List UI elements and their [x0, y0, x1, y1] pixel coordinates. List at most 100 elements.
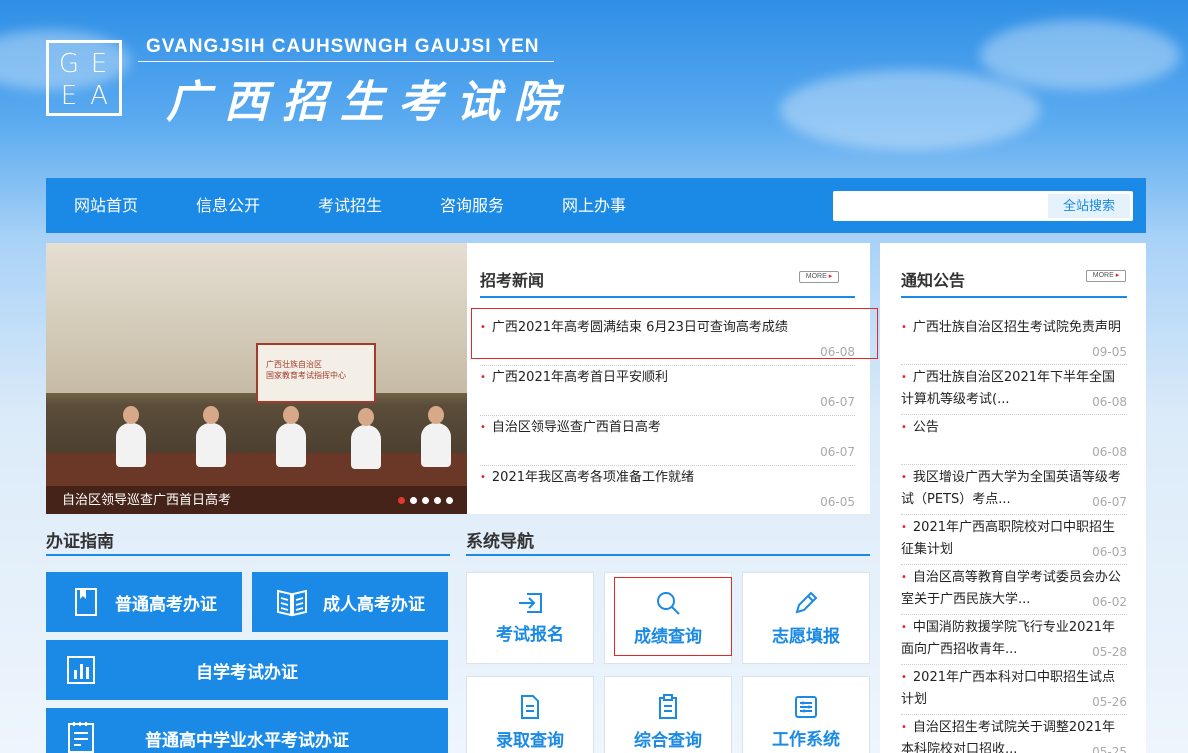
news-item[interactable]: • 自治区领导巡查广西首日高考 06-07	[480, 417, 855, 461]
checklist-icon	[68, 722, 94, 753]
nav-item-info-disclosure[interactable]: 信息公开	[196, 178, 260, 233]
slide-dots	[398, 497, 453, 504]
photo-figure	[196, 423, 226, 467]
system-section-rule	[466, 554, 870, 556]
notice-separator	[901, 464, 1127, 465]
system-card-label: 综合查询	[634, 730, 702, 751]
news-item-title[interactable]: 广西2021年高考首日平安顺利	[492, 370, 668, 385]
system-card-work-system[interactable]: 工作系统	[742, 676, 870, 753]
cloud-decoration	[780, 70, 1040, 150]
nav-item-exam-admission[interactable]: 考试招生	[318, 178, 382, 233]
site-search: 全站搜索	[833, 191, 1133, 221]
guide-button-gaokao[interactable]: 普通高考办证	[46, 572, 242, 632]
slide-dot[interactable]	[446, 497, 453, 504]
nav-item-online-services[interactable]: 网上办事	[562, 178, 626, 233]
notice-item[interactable]: • 我区增设广西大学为全国英语等级考试（PETS）考点... 06-07	[901, 467, 1127, 513]
news-slideshow[interactable]: 广西壮族自治区 国家教育考试指挥中心 自治区领导巡查广西首日高考	[46, 243, 467, 514]
search-button[interactable]: 全站搜索	[1048, 194, 1130, 218]
photo-figure	[123, 406, 139, 424]
cloud-decoration	[980, 20, 1180, 90]
system-card-registration[interactable]: 考试报名	[466, 572, 594, 664]
notice-item[interactable]: • 公告 06-08	[901, 417, 1127, 463]
guide-button-academic-level[interactable]: 普通高中学业水平考试办证	[46, 708, 448, 753]
nav-item-home[interactable]: 网站首页	[74, 178, 138, 233]
notice-item-date: 06-08	[1092, 395, 1127, 409]
system-card-application[interactable]: 志愿填报	[742, 572, 870, 664]
news-item[interactable]: • 2021年我区高考各项准备工作就绪 06-05	[480, 467, 855, 511]
notice-item[interactable]: • 中国消防救援学院飞行专业2021年面向广西招收青年... 05-28	[901, 617, 1127, 663]
site-logo[interactable]: G E E A	[46, 40, 122, 116]
photo-figure	[421, 423, 451, 467]
notice-item[interactable]: • 自治区招生考试院关于调整2021年本科院校对口招收... 05-25	[901, 717, 1127, 753]
notice-item-date: 05-25	[1092, 745, 1127, 753]
settings-list-icon	[795, 695, 817, 718]
photo-figure	[351, 425, 381, 469]
notice-item-title[interactable]: 公告	[913, 420, 939, 435]
notice-item[interactable]: • 自治区高等教育自学考试委员会办公室关于广西民族大学... 06-02	[901, 567, 1127, 613]
guide-button-label: 自学考试办证	[196, 662, 298, 683]
guide-button-label: 普通高考办证	[115, 594, 217, 615]
system-card-label: 志愿填报	[772, 626, 840, 647]
notice-item-title[interactable]: 广西壮族自治区招生考试院免责声明	[913, 320, 1121, 335]
notice-item[interactable]: • 2021年广西高职院校对口中职招生征集计划 06-03	[901, 517, 1127, 563]
news-panel: 招考新闻 MORE ▸ • 广西2021年高考圆满结束 6月23日可查询高考成绩 …	[467, 243, 870, 514]
nav-item-consulting[interactable]: 咨询服务	[440, 178, 504, 233]
slide-caption[interactable]: 自治区领导巡查广西首日高考	[62, 489, 231, 508]
slide-dot[interactable]	[422, 497, 429, 504]
news-item-date: 06-05	[820, 495, 855, 509]
notice-item-title[interactable]: 2021年广西本科对口中职招生试点计划	[901, 670, 1115, 707]
news-item-title[interactable]: 2021年我区高考各项准备工作就绪	[492, 470, 694, 485]
news-item-date: 06-07	[820, 445, 855, 459]
slide-dot[interactable]	[434, 497, 441, 504]
notice-item[interactable]: • 广西壮族自治区招生考试院免责声明 09-05	[901, 317, 1127, 363]
bullet-icon: •	[901, 622, 907, 633]
news-item-title[interactable]: 自治区领导巡查广西首日高考	[492, 420, 661, 435]
notice-list: • 广西壮族自治区招生考试院免责声明 09-05 • 广西壮族自治区2021年下半年…	[901, 317, 1127, 753]
guide-button-label: 普通高中学业水平考试办证	[145, 730, 349, 751]
notice-item-title[interactable]: 中国消防救援学院飞行专业2021年面向广西招收青年...	[901, 620, 1115, 657]
notice-item-title[interactable]: 广西壮族自治区2021年下半年全国计算机等级考试(...	[901, 370, 1115, 407]
guide-section-rule	[46, 554, 450, 556]
slide-dot[interactable]	[398, 497, 405, 504]
notice-item-date: 06-02	[1092, 595, 1127, 609]
bullet-icon: •	[480, 372, 486, 383]
notice-item-date: 09-05	[1092, 345, 1127, 359]
news-more-button[interactable]: MORE ▸	[799, 271, 839, 283]
notice-item-date: 05-28	[1092, 645, 1127, 659]
slide-dot[interactable]	[410, 497, 417, 504]
document-icon	[521, 694, 539, 719]
notice-separator	[901, 664, 1127, 665]
notice-item-date: 06-08	[1092, 445, 1127, 459]
notice-item[interactable]: • 2021年广西本科对口中职招生试点计划 05-26	[901, 667, 1127, 713]
search-input[interactable]	[833, 191, 1047, 221]
notice-item[interactable]: • 广西壮族自治区2021年下半年全国计算机等级考试(... 06-08	[901, 367, 1127, 413]
clipboard-icon	[659, 693, 677, 719]
open-book-icon	[277, 589, 307, 617]
news-separator	[480, 365, 855, 366]
guide-button-adult-exam[interactable]: 成人高考办证	[252, 572, 448, 632]
photo-banner-text: 广西壮族自治区 国家教育考试指挥中心	[266, 360, 346, 380]
bullet-icon: •	[480, 472, 486, 483]
header-divider	[138, 61, 554, 62]
notice-item-title[interactable]: 自治区招生考试院关于调整2021年本科院校对口招收...	[901, 720, 1115, 753]
system-card-general-query[interactable]: 综合查询	[604, 676, 732, 753]
system-card-admission-query[interactable]: 录取查询	[466, 676, 594, 753]
system-section-title: 系统导航	[466, 532, 534, 552]
notice-separator	[901, 564, 1127, 565]
guide-button-self-study[interactable]: 自学考试办证	[46, 640, 448, 700]
notice-separator	[901, 414, 1127, 415]
notice-item-title[interactable]: 2021年广西高职院校对口中职招生征集计划	[901, 520, 1115, 557]
notice-panel-title: 通知公告	[901, 271, 966, 290]
notice-item-title[interactable]: 自治区高等教育自学考试委员会办公室关于广西民族大学...	[901, 570, 1121, 607]
photo-figure	[428, 406, 444, 424]
news-item[interactable]: • 广西2021年高考首日平安顺利 06-07	[480, 367, 855, 411]
arrow-right-icon: ▸	[1115, 272, 1120, 279]
photo-figure	[276, 423, 306, 467]
notice-more-button[interactable]: MORE ▸	[1086, 270, 1126, 282]
bar-chart-icon	[67, 656, 95, 684]
notice-item-title[interactable]: 我区增设广西大学为全国英语等级考试（PETS）考点...	[901, 470, 1121, 507]
system-card-label: 工作系统	[772, 729, 840, 750]
bullet-icon: •	[480, 422, 486, 433]
bullet-icon: •	[901, 472, 907, 483]
notice-item-date: 06-07	[1092, 495, 1127, 509]
